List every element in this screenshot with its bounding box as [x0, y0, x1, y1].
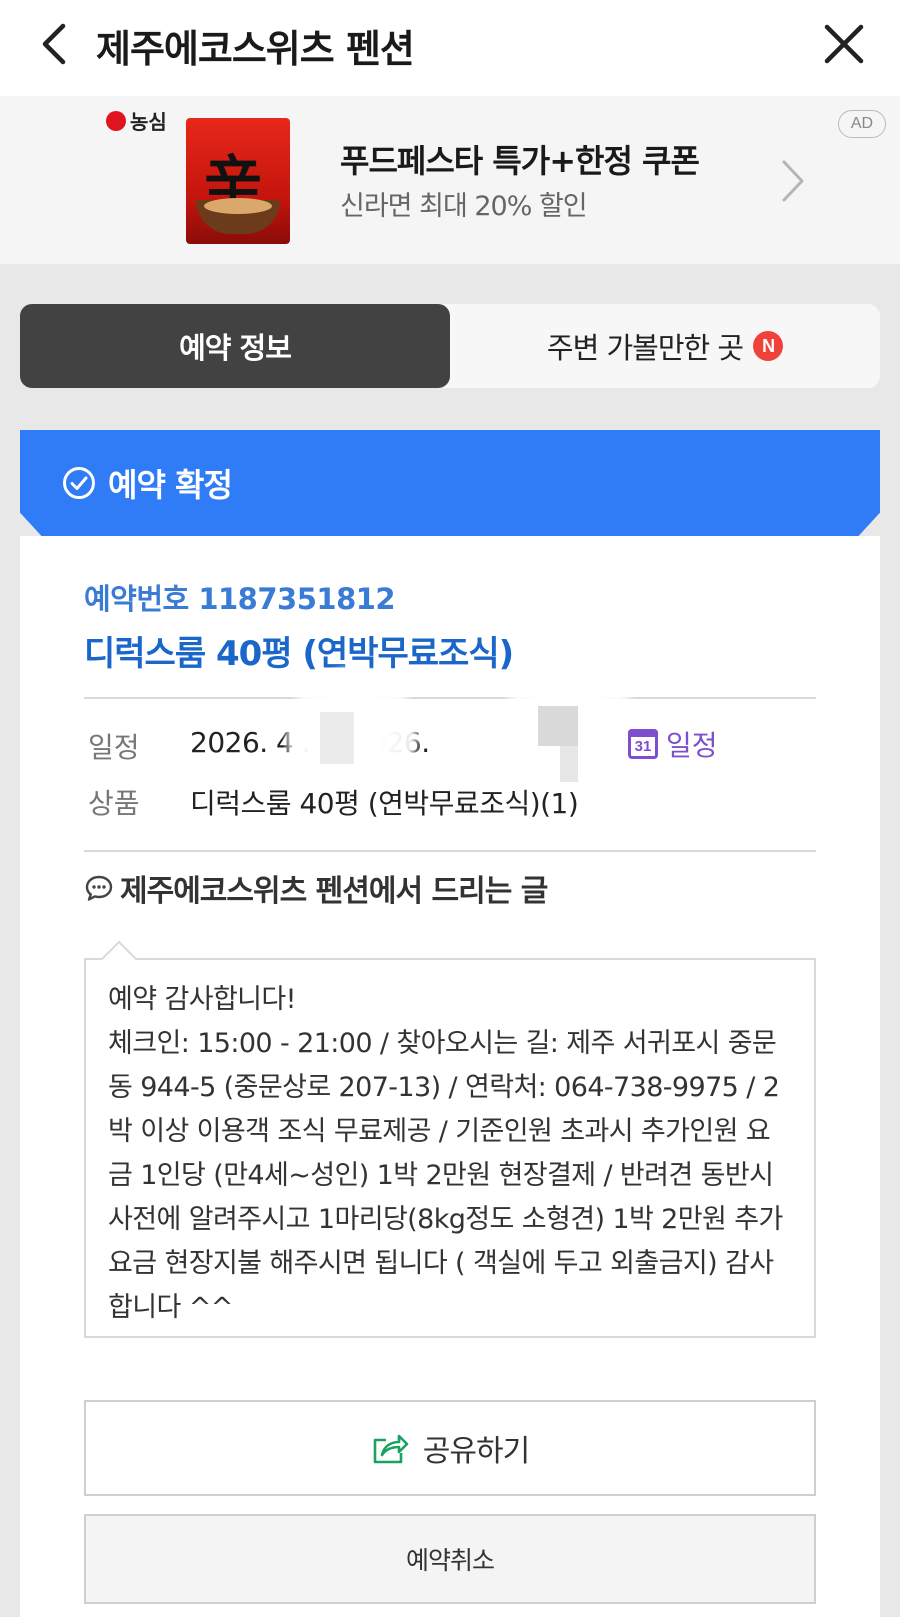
ad-subline: 신라면 최대 20% 할인 — [340, 191, 588, 222]
calendar-icon: 31 — [628, 729, 658, 759]
speech-bubble-icon — [85, 875, 113, 901]
cancel-button-label: 예약취소 — [405, 1546, 495, 1575]
schedule-link-label: 일정 — [666, 729, 718, 762]
product-value: 디럭스룸 40평 (연박무료조식)(1) — [190, 787, 579, 820]
close-icon — [824, 24, 864, 64]
tab-label: 주변 가볼만한 곳 — [546, 331, 744, 365]
reservation-card: 예약번호 1187351812 디럭스룸 40평 (연박무료조식) 일정 202… — [20, 536, 880, 1617]
chevron-right-icon — [782, 160, 804, 202]
share-button-label: 공유하기 — [422, 1434, 530, 1469]
brand-logo: 농심 — [106, 106, 167, 135]
privacy-pixelation — [538, 706, 578, 746]
product-label: 상품 — [88, 787, 140, 820]
tab-nearby-places[interactable]: 주변 가볼만한 곳 N — [450, 304, 880, 388]
status-banner: 예약 확정 — [20, 430, 880, 536]
privacy-pixelation — [560, 746, 578, 782]
tab-bar: 예약 정보 주변 가볼만한 곳 N — [20, 304, 880, 388]
chevron-left-icon — [42, 23, 66, 65]
reservation-number: 예약번호 1187351812 — [84, 582, 396, 616]
ad-headline: 푸드페스타 특가+한정 쿠폰 — [340, 142, 700, 180]
host-message-box: 예약 감사합니다! 체크인: 15:00 - 21:00 / 찾아오시는 길: … — [84, 958, 816, 1338]
share-icon — [373, 1434, 409, 1464]
host-message-title: 제주에코스위츠 펜션에서 드리는 글 — [84, 866, 548, 910]
page-title: 제주에코스위츠 펜션 — [96, 27, 415, 71]
room-title: 디럭스룸 40평 (연박무료조식) — [84, 634, 514, 674]
check-circle-icon — [63, 467, 95, 499]
brand-logo-mark — [106, 110, 126, 131]
share-button[interactable]: 공유하기 — [84, 1400, 816, 1496]
new-badge: N — [753, 331, 784, 361]
ad-badge: AD — [838, 110, 886, 138]
divider — [84, 850, 816, 852]
close-button[interactable] — [818, 18, 870, 70]
back-button[interactable] — [30, 20, 78, 68]
schedule-label: 일정 — [88, 731, 140, 764]
brand-name: 농심 — [130, 110, 167, 134]
top-app-bar: 제주에코스위츠 펜션 — [0, 0, 900, 96]
tab-label: 예약 정보 — [179, 331, 292, 365]
ad-banner[interactable]: 농심 辛 푸드페스타 특가+한정 쿠폰 신라면 최대 20% 할인 AD — [0, 96, 900, 264]
cancel-reservation-button[interactable]: 예약취소 — [84, 1514, 816, 1604]
host-message-text: 예약 감사합니다! 체크인: 15:00 - 21:00 / 찾아오시는 길: … — [108, 984, 783, 1323]
tab-reservation-info[interactable]: 예약 정보 — [20, 304, 450, 388]
schedule-link[interactable]: 31 일정 — [628, 724, 718, 764]
divider — [84, 697, 816, 699]
host-message-title-text: 제주에코스위츠 펜션에서 드리는 글 — [120, 874, 548, 909]
privacy-pixelation — [320, 712, 354, 764]
product-image: 辛 — [186, 118, 290, 244]
noodle-bowl-top-graphic — [204, 198, 272, 214]
status-label: 예약 확정 — [108, 466, 233, 504]
